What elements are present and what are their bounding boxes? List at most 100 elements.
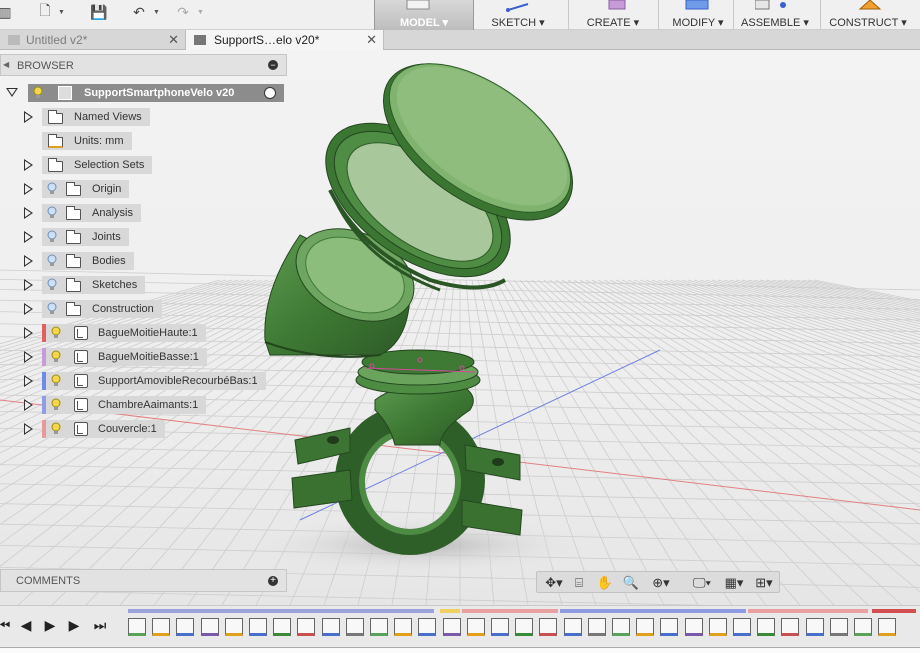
expand-arrow-icon[interactable] [24,231,33,243]
menu-grip-icon[interactable]: ▥ [0,3,16,21]
bulb-icon[interactable] [50,398,62,412]
timeline-feature-icon[interactable] [491,618,509,636]
timeline-feature-icon[interactable] [612,618,630,636]
go-to-start-icon[interactable]: ⏮ [0,616,14,634]
bulb-icon[interactable] [46,182,58,196]
timeline-feature-icon[interactable] [854,618,872,636]
add-comment-icon[interactable]: + [268,576,278,586]
redo-icon[interactable]: ↷ [172,3,194,21]
workspace-switcher[interactable]: MODEL ▾ [374,0,474,30]
zoom-icon[interactable]: 🔍 [621,574,641,592]
tree-item[interactable]: Named Views [0,107,285,127]
undo-icon[interactable]: ↶ [128,3,150,21]
expand-arrow-icon[interactable] [24,351,33,363]
timeline-feature-icon[interactable] [345,618,364,636]
save-icon[interactable]: 💾 [88,3,110,21]
orbit-icon[interactable]: ✥▾ [541,574,567,592]
expand-arrow-icon[interactable] [24,183,33,195]
timeline-feature-icon[interactable] [394,618,413,636]
fit-icon[interactable]: ⊕▾ [647,574,675,592]
chevron-down-icon[interactable]: ▼ [153,9,160,16]
timeline-feature-icon[interactable] [684,618,703,636]
timeline-feature-icon[interactable] [418,618,437,636]
expand-arrow-icon[interactable] [24,375,33,387]
timeline-feature-icon[interactable] [297,618,316,636]
timeline-feature-icon[interactable] [273,618,292,636]
timeline-feature-icon[interactable] [660,618,679,636]
tree-item[interactable]: Construction [0,299,285,319]
expand-arrow-icon[interactable] [24,279,33,291]
bulb-icon[interactable] [50,422,62,436]
bulb-icon[interactable] [46,206,58,220]
go-to-end-icon[interactable]: ⏭ [90,616,110,634]
bulb-icon[interactable] [32,86,44,100]
play-icon[interactable]: ▶ [40,616,60,634]
browser-header[interactable]: ◀ BROWSER − [0,54,287,76]
timeline-feature-icon[interactable] [587,618,606,636]
activate-radio-icon[interactable] [264,87,276,99]
collapse-arrow-icon[interactable] [6,88,18,97]
grid-settings-icon[interactable]: ▦▾ [721,574,747,592]
tree-item[interactable]: Couvercle:1 [0,419,285,439]
display-settings-icon[interactable]: 🖵▾ [687,574,717,592]
timeline-feature-icon[interactable] [200,618,219,636]
timeline-feature-icon[interactable] [442,618,461,636]
expand-arrow-icon[interactable] [24,303,33,315]
timeline-feature-icon[interactable] [224,618,243,636]
timeline-feature-icon[interactable] [878,618,897,636]
expand-arrow-icon[interactable] [24,255,33,267]
tree-item[interactable]: Joints [0,227,285,247]
bulb-icon[interactable] [46,254,58,268]
close-icon[interactable]: ✕ [168,32,179,48]
chevron-down-icon[interactable]: ▼ [197,9,204,16]
bulb-icon[interactable] [50,350,62,364]
timeline-feature-icon[interactable] [708,618,727,636]
look-at-icon[interactable]: ⌸ [569,574,589,592]
step-back-icon[interactable]: ◀ [16,616,36,634]
construct-menu[interactable]: CONSTRUCT ▾ [826,0,910,30]
timeline-feature-icon[interactable] [515,618,534,636]
bulb-icon[interactable] [50,374,62,388]
timeline-feature-icon[interactable] [805,618,824,636]
tree-item[interactable]: Analysis [0,203,285,223]
timeline-feature-icon[interactable] [152,618,171,636]
file-icon[interactable]: 🗋 [34,2,56,21]
timeline-feature-icon[interactable] [466,618,485,636]
expand-arrow-icon[interactable] [24,399,33,411]
timeline-feature-icon[interactable] [321,618,340,636]
bulb-icon[interactable] [50,326,62,340]
timeline-feature-icon[interactable] [781,618,800,636]
bulb-icon[interactable] [46,302,58,316]
expand-arrow-icon[interactable] [24,327,33,339]
tree-item[interactable]: Origin [0,179,285,199]
expand-arrow-icon[interactable] [24,423,33,435]
timeline-feature-icon[interactable] [829,618,848,636]
timeline-feature-icon[interactable] [636,618,655,636]
tree-root[interactable]: SupportSmartphoneVelo v20 [4,83,284,103]
tree-item[interactable]: ChambreAaimants:1 [0,395,285,415]
tab-support[interactable]: SupportS…elo v20* ✕ [186,30,384,50]
timeline-feature-icon[interactable] [370,618,388,636]
tree-item[interactable]: SupportAmovibleRecourbéBas:1 [0,371,285,391]
bulb-icon[interactable] [46,278,58,292]
tree-item[interactable]: Selection Sets [0,155,285,175]
tree-item[interactable]: Bodies [0,251,285,271]
tree-item[interactable]: Sketches [0,275,285,295]
pan-icon[interactable]: ✋ [595,574,615,592]
expand-arrow-icon[interactable] [24,111,33,123]
timeline-feature-icon[interactable] [757,618,776,636]
tree-item[interactable]: BagueMoitieHaute:1 [0,323,285,343]
tree-item[interactable]: BagueMoitieBasse:1 [0,347,285,367]
tree-item[interactable]: Units: mm [0,131,285,151]
tab-untitled[interactable]: Untitled v2* ✕ [0,30,186,50]
step-forward-icon[interactable]: ▶ [64,616,84,634]
comments-panel[interactable]: COMMENTS + [0,569,287,592]
bulb-icon[interactable] [46,230,58,244]
expand-arrow-icon[interactable] [24,207,33,219]
chevron-down-icon[interactable]: ▼ [58,9,65,16]
pin-icon[interactable]: − [268,60,278,70]
modify-menu[interactable]: MODIFY ▾ [664,0,732,30]
timeline-feature-icon[interactable] [539,618,558,636]
timeline-feature-icon[interactable] [733,618,751,636]
expand-arrow-icon[interactable] [24,159,33,171]
